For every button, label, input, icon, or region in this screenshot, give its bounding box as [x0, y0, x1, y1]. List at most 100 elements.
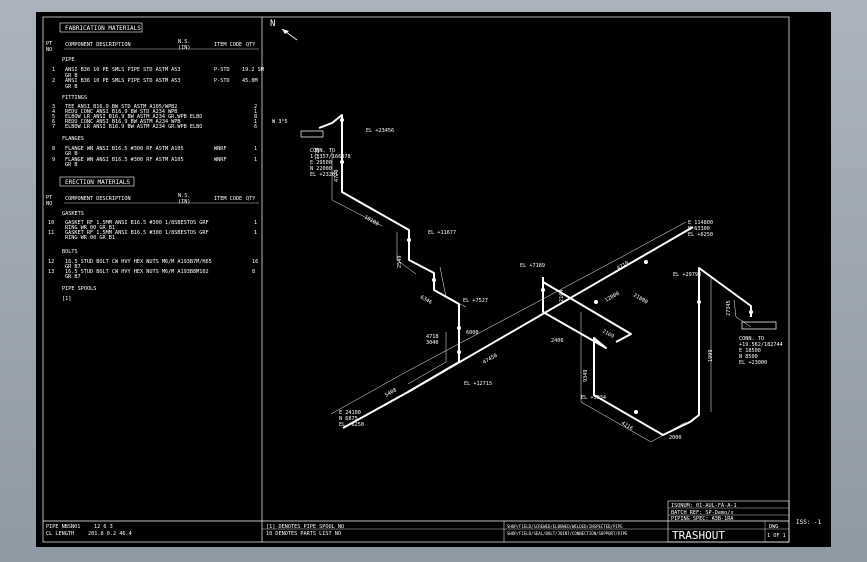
dimension-label: 2164: [559, 290, 565, 303]
dimension-label: 6346: [419, 295, 433, 306]
col-item-code: ITEM CODE: [214, 196, 242, 202]
pipe-route: [300, 114, 777, 443]
elevation-label: EL +12715: [464, 381, 492, 387]
drawing-title: TRASHOUT: [672, 529, 725, 542]
weld-marker: [457, 350, 461, 354]
weld-marker: [432, 278, 436, 282]
col-description: COMPONENT DESCRIPTION: [65, 196, 131, 202]
cl-length-values: 201.8 0.2 46.4: [88, 531, 132, 537]
dimension-label: 6000: [466, 330, 479, 336]
pipe-desc: ANSI B36 10 PE SMLS PIPE STD ASTM A53: [65, 78, 181, 84]
north-arrow: N: [270, 19, 298, 41]
dimension-label: 5408: [384, 387, 398, 398]
weld-marker: [697, 300, 701, 304]
symbol-legend: SHOP/FIELD/SCREWED/ELBOWED/WELDED/INSPEC…: [507, 524, 623, 529]
weld-marker: [749, 310, 753, 314]
section-bolts: BOLTS: [62, 249, 78, 255]
dimension-label: 47450: [482, 353, 499, 366]
pipe-no: 1: [52, 67, 55, 73]
symbol-legend: SHOP/FIELD/SEAL/BOLT/JOINT/CONNECTION/SU…: [507, 531, 628, 536]
iso-annotations: EL +23456 EL +11677 EL +7527 EL +7189 EL…: [272, 119, 783, 441]
flange-no: 9: [52, 157, 55, 163]
elevation-label: EL +11677: [428, 230, 456, 236]
flange-desc-2: GR B: [65, 162, 78, 168]
dwg-label: DWG: [769, 524, 778, 530]
note: 10 DENOTES PARTS LIST NO: [266, 531, 341, 537]
gasket-qty: 1: [254, 230, 257, 236]
pipe-desc-2: GR B: [65, 84, 78, 90]
flange-code: WNRF: [214, 146, 227, 152]
sheet-number: 1 OF 1: [767, 533, 786, 539]
bolt-desc: 16.5 STUD BOLT CW HVY HEX NUTS M6/M A193…: [65, 259, 212, 265]
section-gaskets: GASKETS: [62, 211, 84, 217]
gasket-qty: 1: [254, 220, 257, 226]
weld-marker: [594, 300, 598, 304]
section-pipe-spools: PIPE SPOOLS: [62, 286, 96, 292]
elevation-label: EL +5034: [581, 395, 606, 401]
bolt-desc: 16.5 STUD BOLT CW HVY HEX NUTS M6/M A193…: [65, 269, 209, 275]
cl-length-label: CL LENGTH: [46, 531, 74, 537]
section-flanges: FLANGES: [62, 136, 84, 142]
dimension-label: 7778: [315, 148, 321, 161]
section-fittings: FITTINGS: [62, 95, 87, 101]
weld-marker: [340, 118, 344, 122]
dimension-label: 2406: [551, 338, 564, 344]
flange-qty: 1: [254, 157, 257, 163]
erection-materials-table: ERECTION MATERIALS PT NO COMPONENT DESCR…: [46, 176, 259, 302]
col-ns-unit: (IN): [178, 45, 191, 51]
dimension-label: 4216: [620, 421, 634, 432]
elevation-label: EL +7527: [463, 298, 488, 304]
dimension-label: 3040: [426, 340, 439, 346]
bolt-qty: 16: [252, 259, 258, 265]
flange-connection-right: [741, 321, 777, 330]
isonum: ISONUM: 01-AUL-FA-A-1: [671, 503, 737, 509]
issue-number: ISS: -1: [796, 519, 822, 526]
flange-desc: FLANGE WN ANSI B16.5 #300 RF ASTM A105: [65, 146, 184, 152]
fitting-desc: ELBOW LR ANSI B16.9 BW ASTM A234 GR.WPB …: [65, 124, 202, 130]
elevation-label: EL +7189: [520, 263, 545, 269]
pipe-no: 2: [52, 78, 55, 84]
flange-connection-left: [300, 130, 324, 138]
flange-qty: 1: [254, 146, 257, 152]
dimension-label: 9349: [583, 370, 589, 383]
fitting-no: 7: [52, 124, 55, 130]
pipe-values: 12 6 3: [94, 524, 113, 530]
dimension-label: 10100: [363, 215, 380, 228]
dimension-label: 27345: [726, 300, 732, 316]
weld-marker: [340, 160, 344, 164]
fab-title: FABRICATION MATERIALS: [65, 25, 141, 32]
pipe-code: P-STD: [214, 78, 230, 84]
pipe-label: PIPE NBSN01: [46, 524, 80, 530]
dimension-line: [331, 152, 383, 227]
dimension-label: 4719: [616, 260, 630, 271]
dimension-label: 2169: [601, 329, 615, 340]
fitting-qty: 6: [254, 124, 257, 130]
col-description: COMPONENT DESCRIPTION: [65, 42, 131, 48]
flange-no: 8: [52, 146, 55, 152]
erection-title: ERECTION MATERIALS: [65, 179, 130, 186]
connection-label: EL +23000: [739, 360, 767, 366]
pipe-segment-branch: [542, 281, 632, 343]
flange-code: WNRF: [214, 157, 227, 163]
dimension-line: [580, 312, 687, 443]
bolt-no: 13: [48, 269, 54, 275]
footer: PIPE NBSN01 12 6 3 CL LENGTH 201.8 0.2 4…: [46, 500, 822, 543]
bolt-no: 12: [48, 259, 54, 265]
flange-desc: FLANGE WN ANSI B16.5 #300 RF ASTM A105: [65, 157, 184, 163]
north-letter: N: [270, 19, 275, 29]
ww-label: W 3°5: [272, 119, 288, 125]
gasket-no: 11: [48, 230, 54, 236]
weld-marker: [634, 410, 638, 414]
no-label: NO: [46, 47, 52, 53]
gasket-no: 10: [48, 220, 54, 226]
fabrication-materials-table: FABRICATION MATERIALS PT NO COMPONENT DE…: [46, 22, 264, 168]
pipe-segment-main: [407, 226, 694, 393]
elevation-label: EL +29793: [673, 272, 701, 278]
pipe-desc: ANSI B36 10 PE SMLS PIPE STD ASTM A53: [65, 67, 181, 73]
bolt-qty: 8: [252, 269, 255, 275]
dimension-label: 2549: [397, 256, 403, 269]
coordinate-label: EL +6250: [339, 422, 364, 428]
isometric-drawing: FABRICATION MATERIALS PT NO COMPONENT DE…: [42, 16, 822, 543]
dimension-label: 21800: [632, 293, 649, 306]
gasket-desc-2: RING WR 00 GR B1: [65, 235, 115, 241]
